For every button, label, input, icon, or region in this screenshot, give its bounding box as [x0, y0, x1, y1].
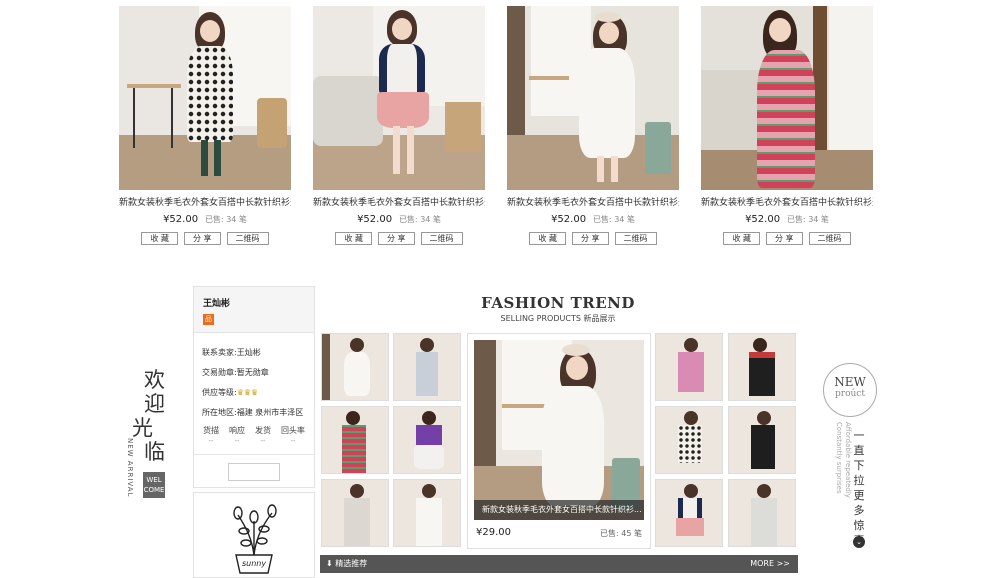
favorite-button[interactable]: 收 藏	[723, 232, 760, 245]
seller-region: 所在地区:福建 泉州市丰泽区	[202, 408, 304, 417]
seller-stats: 货描 -- 响应 -- 发货 -- 回头率 --	[194, 425, 314, 446]
price-row: ¥52.00 已售: 34 笔	[507, 214, 679, 225]
share-button[interactable]: 分 享	[378, 232, 415, 245]
product-title[interactable]: 新款女装秋季毛衣外套女百搭中长款针织衫开	[119, 195, 291, 208]
product-thumbnail[interactable]	[655, 333, 723, 401]
product-title[interactable]: 新款女装秋季毛衣外套女百搭中长款针织衫开	[507, 195, 679, 208]
seller-header: 王灿彬 品	[194, 287, 314, 333]
sold-label: 已售: 34 笔	[204, 215, 247, 224]
product-title[interactable]: 新款女装秋季毛衣外套女百搭中长款针织衫开	[701, 195, 873, 208]
seller-name[interactable]: 王灿彬	[203, 296, 314, 309]
qrcode-button[interactable]: 二维码	[614, 232, 657, 245]
product-thumbnail[interactable]	[728, 333, 796, 401]
product-thumbnail[interactable]	[728, 479, 796, 547]
qrcode-button[interactable]: 二维码	[808, 232, 851, 245]
product-thumbnail[interactable]	[655, 406, 723, 474]
welcome-heading: 欢 迎 光 临	[132, 368, 165, 464]
product-price: ¥52.00	[551, 214, 587, 225]
recommend-bar: ⬇ 精选推荐 MORE >>	[320, 555, 798, 573]
product-image[interactable]	[119, 6, 291, 190]
product-card[interactable]: 新款女装秋季毛衣外套女百搭中长款针织衫开 ¥52.00 已售: 34 笔 收 藏…	[507, 6, 679, 245]
product-image[interactable]	[507, 6, 679, 190]
featured-product[interactable]: 新款女装秋季毛衣外套女百搭中长款针织衫... ¥29.00 已售: 45 笔	[467, 333, 651, 549]
product-price: ¥52.00	[163, 214, 199, 225]
share-button[interactable]: 分 享	[572, 232, 609, 245]
sold-label: 已售: 34 笔	[592, 215, 635, 224]
featured-image[interactable]	[474, 340, 644, 520]
welcome-banner: 欢 迎 光 临 NEW ARRIVAL WEL COME	[126, 368, 172, 508]
contact-seller[interactable]: 联系卖家:王灿彬	[202, 343, 314, 363]
divider	[194, 454, 314, 455]
share-button[interactable]: 分 享	[766, 232, 803, 245]
product-thumbnail[interactable]	[321, 406, 389, 474]
sold-label: 已售: 34 笔	[786, 215, 829, 224]
product-thumbnail[interactable]	[655, 479, 723, 547]
price-row: ¥52.00 已售: 34 笔	[313, 214, 485, 225]
slogan-english: Affordable repeatedly Constantly surpris…	[835, 422, 852, 498]
product-image[interactable]	[701, 6, 873, 190]
featured-price: ¥29.00	[476, 527, 511, 538]
chevron-down-icon[interactable]: ⌄	[853, 536, 865, 548]
seller-info: 联系卖家:王灿彬 交易勋章:暂无勋章 供应等级:♛♛♛ 所在地区:福建 泉州市丰…	[194, 333, 314, 423]
section-title: FASHION TREND	[481, 294, 635, 312]
stat-description: 货描 --	[203, 426, 219, 445]
featured-sold: 已售: 45 笔	[600, 529, 642, 538]
product-thumbnail[interactable]	[728, 406, 796, 474]
stat-response: 响应 --	[229, 426, 245, 445]
product-thumbnail[interactable]	[393, 406, 461, 474]
product-card[interactable]: 新款女装秋季毛衣外套女百搭中长款针织衫开 ¥52.00 已售: 34 笔 收 藏…	[701, 6, 873, 245]
plant-label: sunny	[242, 559, 267, 568]
supply-level: 供应等级:♛♛♛	[202, 388, 259, 397]
favorite-button[interactable]: 收 藏	[335, 232, 372, 245]
trade-medal: 交易勋章:暂无勋章	[202, 368, 269, 377]
price-row: ¥52.00 已售: 34 笔	[701, 214, 873, 225]
recommend-label: ⬇ 精选推荐	[326, 559, 368, 568]
new-product-badge: NEW proúct	[823, 363, 877, 417]
stat-return-rate: 回头率 --	[281, 426, 305, 445]
product-price: ¥52.00	[745, 214, 781, 225]
seller-panel: 王灿彬 品 联系卖家:王灿彬 交易勋章:暂无勋章 供应等级:♛♛♛ 所在地区:福…	[193, 286, 315, 488]
qrcode-button[interactable]: 二维码	[420, 232, 463, 245]
tag-icon: ⬇	[326, 559, 336, 568]
product-thumbnail[interactable]	[393, 479, 461, 547]
plant-illustration: sunny	[193, 492, 315, 578]
product-thumbnail[interactable]	[321, 333, 389, 401]
product-card[interactable]: 新款女装秋季毛衣外套女百搭中长款针织衫开 ¥52.00 已售: 34 笔 收 藏…	[313, 6, 485, 245]
price-row: ¥52.00 已售: 34 笔	[119, 214, 291, 225]
section-subtitle: SELLING PRODUCTS 新品展示	[500, 314, 616, 323]
slogan-chinese: 一 直 下 拉 更 多 惊 喜	[853, 429, 865, 547]
new-arrival-label: NEW ARRIVAL	[126, 438, 134, 498]
welcome-stamp: WEL COME	[143, 472, 165, 498]
product-card[interactable]: 新款女装秋季毛衣外套女百搭中长款针织衫开 ¥52.00 已售: 34 笔 收 藏…	[119, 6, 291, 245]
stat-shipping: 发货 --	[255, 426, 271, 445]
product-price: ¥52.00	[357, 214, 393, 225]
product-title[interactable]: 新款女装秋季毛衣外套女百搭中长款针织衫开	[313, 195, 485, 208]
shop-badge-icon: 品	[203, 314, 214, 325]
product-thumbnail[interactable]	[393, 333, 461, 401]
more-link[interactable]: MORE >>	[750, 555, 790, 573]
qrcode-button[interactable]: 二维码	[226, 232, 269, 245]
favorite-button[interactable]: 收 藏	[141, 232, 178, 245]
product-image[interactable]	[313, 6, 485, 190]
sold-label: 已售: 34 笔	[398, 215, 441, 224]
share-button[interactable]: 分 享	[184, 232, 221, 245]
product-thumbnail[interactable]	[321, 479, 389, 547]
seller-action-box[interactable]	[228, 463, 280, 481]
favorite-button[interactable]: 收 藏	[529, 232, 566, 245]
crown-icon: ♛♛♛	[236, 388, 259, 397]
featured-caption[interactable]: 新款女装秋季毛衣外套女百搭中长款针织衫...	[474, 500, 644, 520]
